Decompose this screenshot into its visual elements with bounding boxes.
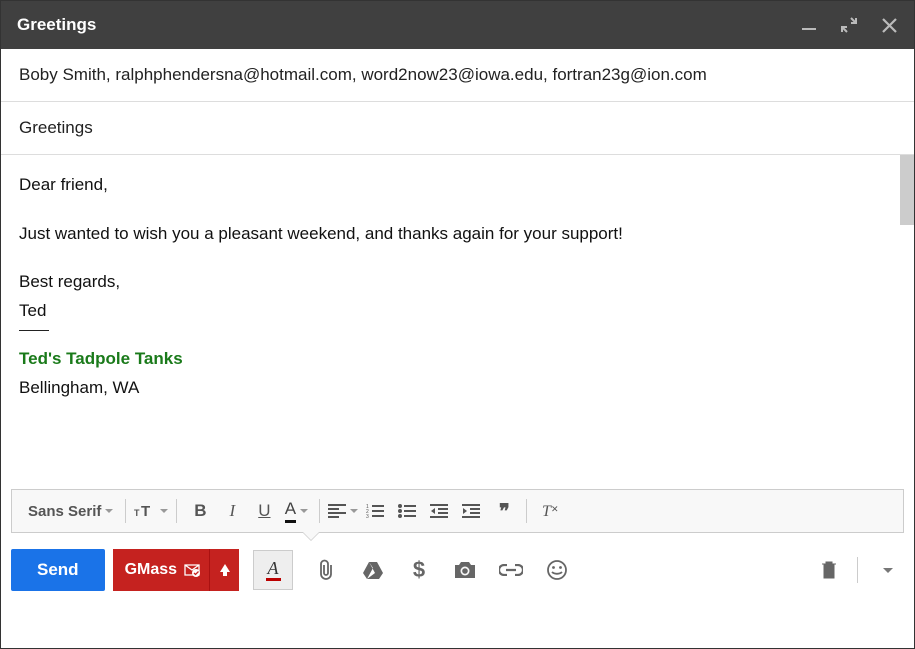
message-body[interactable]: Dear friend, Just wanted to wish you a p… [1, 155, 914, 489]
chevron-down-icon [883, 568, 893, 573]
chevron-down-icon [350, 509, 358, 513]
text-color-button[interactable]: A [281, 495, 311, 527]
separator [125, 499, 126, 523]
camera-icon [453, 560, 477, 580]
bottom-right-controls [811, 552, 904, 588]
indent-less-icon [430, 504, 448, 518]
bottom-toolbar: Send GMass A $ [1, 541, 914, 599]
text-color-icon: A [285, 499, 296, 523]
font-size-icon: T T [134, 502, 156, 520]
remove-formatting-icon: T ✕ [540, 502, 560, 520]
svg-text:T: T [141, 503, 150, 520]
window-controls [800, 16, 898, 34]
italic-button[interactable]: I [217, 495, 247, 527]
body-line: Just wanted to wish you a pleasant weeke… [19, 222, 882, 247]
chevron-down-icon [160, 509, 168, 513]
popout-button[interactable] [840, 16, 858, 34]
subject-text: Greetings [19, 118, 93, 137]
window-title: Greetings [17, 15, 800, 35]
indent-less-button[interactable] [424, 495, 454, 527]
trash-icon [821, 560, 837, 580]
toolbar-pointer [302, 532, 320, 541]
align-icon [328, 504, 346, 518]
discard-draft-button[interactable] [811, 552, 847, 588]
font-family-select[interactable]: Sans Serif [22, 495, 117, 527]
gmass-group: GMass [113, 549, 239, 591]
svg-text:T: T [134, 508, 140, 518]
body-greeting: Dear friend, [19, 173, 882, 198]
bulleted-list-icon [398, 504, 416, 518]
separator [526, 499, 527, 523]
signature-company: Ted's Tadpole Tanks [19, 347, 882, 372]
gmass-label: GMass [125, 561, 177, 579]
indent-more-icon [462, 504, 480, 518]
signature-divider [19, 330, 49, 332]
insert-photo-button[interactable] [447, 552, 483, 588]
compose-window-header: Greetings [1, 1, 914, 49]
separator [176, 499, 177, 523]
recipients-text: Boby Smith, ralphphendersna@hotmail.com,… [19, 65, 707, 84]
quote-button[interactable]: ❞ [488, 495, 518, 527]
align-button[interactable] [328, 495, 358, 527]
scrollbar-thumb[interactable] [900, 155, 914, 225]
drive-icon [362, 560, 384, 580]
insert-emoji-button[interactable] [539, 552, 575, 588]
formatting-icon: A [266, 559, 281, 581]
font-size-select[interactable]: T T [134, 495, 168, 527]
svg-text:3: 3 [366, 514, 369, 518]
recipients-field[interactable]: Boby Smith, ralphphendersna@hotmail.com,… [1, 49, 914, 102]
underline-button[interactable]: U [249, 495, 279, 527]
insert-link-button[interactable] [493, 552, 529, 588]
indent-more-button[interactable] [456, 495, 486, 527]
gmass-envelope-icon [183, 561, 201, 579]
insert-drive-button[interactable] [355, 552, 391, 588]
svg-text:✕: ✕ [551, 504, 559, 514]
minimize-button[interactable] [800, 16, 818, 34]
format-toolbar: Sans Serif T T B I U A 1 2 3 [11, 489, 904, 533]
body-sender-name: Ted [19, 299, 882, 324]
numbered-list-icon: 1 2 3 [366, 504, 384, 518]
separator [319, 499, 320, 523]
signature-location: Bellingham, WA [19, 376, 882, 401]
chevron-down-icon [105, 509, 113, 513]
body-closing: Best regards, [19, 270, 882, 295]
gmass-button[interactable]: GMass [113, 549, 209, 591]
send-button[interactable]: Send [11, 549, 105, 591]
attachment-icons: $ [309, 552, 575, 588]
up-arrow-icon [219, 563, 231, 577]
separator [857, 557, 858, 583]
bulleted-list-button[interactable] [392, 495, 422, 527]
subject-field[interactable]: Greetings [1, 102, 914, 155]
remove-formatting-button[interactable]: T ✕ [535, 495, 565, 527]
attach-file-button[interactable] [309, 552, 345, 588]
numbered-list-button[interactable]: 1 2 3 [360, 495, 390, 527]
close-button[interactable] [880, 16, 898, 34]
formatting-toggle-button[interactable]: A [253, 550, 293, 590]
gmass-dropdown-button[interactable] [209, 549, 239, 591]
emoji-icon [546, 559, 568, 581]
chevron-down-icon [300, 509, 308, 513]
font-family-label: Sans Serif [28, 503, 101, 520]
paperclip-icon [317, 559, 337, 581]
insert-money-button[interactable]: $ [401, 552, 437, 588]
bold-button[interactable]: B [185, 495, 215, 527]
more-options-button[interactable] [868, 552, 904, 588]
link-icon [499, 564, 523, 576]
